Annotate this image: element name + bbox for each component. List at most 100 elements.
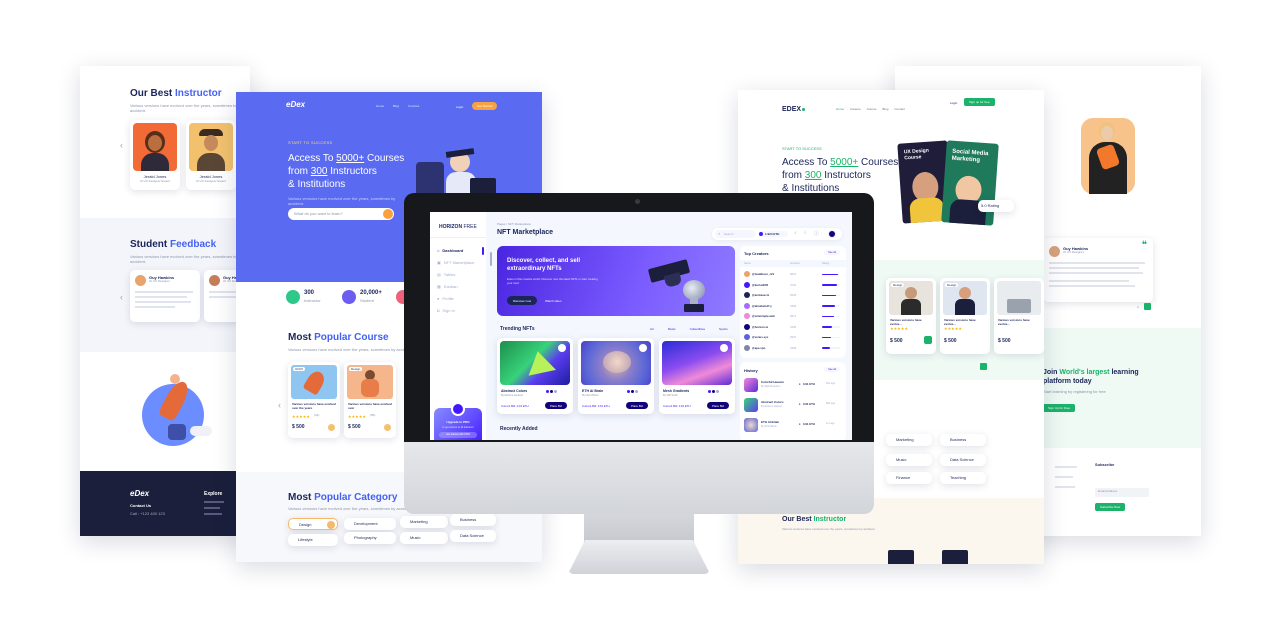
get-started-button[interactable]: Get Started xyxy=(472,102,498,110)
nft-card[interactable]: ETH AI Brain By Nick Wilson Current Bid:… xyxy=(578,338,654,414)
bell-icon[interactable]: ♪ xyxy=(794,230,797,236)
hero-search-input[interactable]: What do you want to learn? xyxy=(288,208,394,220)
creator-row[interactable]: @ape.vpn 2309 xyxy=(740,344,846,353)
nav-courses[interactable]: Courses xyxy=(408,104,419,108)
cart-icon[interactable] xyxy=(924,336,932,344)
category-chip[interactable]: Data Science xyxy=(940,454,986,466)
course-title: Various versions have evolve... xyxy=(998,318,1030,326)
brand-logo[interactable]: HORIZON FREE xyxy=(439,224,477,230)
review-card: Guy Hawkins UI UX Designer ❝ xyxy=(1043,238,1153,302)
nav-sign-in[interactable]: ◘ Sign In xyxy=(437,308,455,313)
nav-blog[interactable]: Blog xyxy=(393,104,399,108)
chevron-left-icon[interactable]: ‹ xyxy=(120,140,123,150)
nav-tables[interactable]: ▤ Tables xyxy=(437,272,455,277)
place-bid-button[interactable]: Place Bid xyxy=(707,402,729,409)
course-card[interactable]: Design Various versions have evolved ove… xyxy=(344,362,396,438)
nav-contact[interactable]: Contact xyxy=(894,107,904,111)
chevron-left-icon[interactable]: ‹ xyxy=(120,292,123,302)
footer-logo[interactable]: eDex xyxy=(130,489,149,498)
nav-marketplace[interactable]: ▣ NFT Marketplace xyxy=(437,260,474,265)
heart-icon[interactable] xyxy=(558,344,566,352)
search-icon[interactable] xyxy=(383,209,393,219)
course-card[interactable]: Various versions have evolve... $ 500 xyxy=(994,278,1044,354)
balance-pill[interactable]: 1.924 ETH xyxy=(758,231,788,237)
category-chip[interactable]: Data Science xyxy=(450,530,496,542)
sign-up-button[interactable]: Sign up for free xyxy=(964,98,995,106)
course-card[interactable]: Design Various versions have evolve... ★… xyxy=(886,278,936,354)
category-chip[interactable]: Lifestyle xyxy=(288,534,338,546)
creator-row[interactable]: @andreea.1z 5204 xyxy=(740,291,846,300)
filter-collectibles[interactable]: Collectibles xyxy=(690,327,705,331)
category-chip[interactable]: Marketing xyxy=(886,434,932,446)
history-row[interactable]: Abstract Colors By Esthera Jackson ♦ 0.91 E… xyxy=(740,398,846,414)
category-chip[interactable]: Development xyxy=(344,518,396,530)
course-card[interactable]: UI/UX Various versions have evolved over… xyxy=(288,362,340,438)
cart-icon[interactable] xyxy=(328,424,335,431)
cart-icon[interactable] xyxy=(384,424,391,431)
user-avatar[interactable] xyxy=(828,230,836,238)
creator-row[interactable]: @venus.sys 2907 xyxy=(740,333,846,342)
nav-home[interactable]: Home xyxy=(836,107,844,111)
heart-icon[interactable] xyxy=(639,344,647,352)
creator-row[interactable]: @maddison_c21 9821 xyxy=(740,270,846,279)
category-chip[interactable]: Photography xyxy=(344,532,396,544)
search-input[interactable]: ⌕ Search xyxy=(715,230,755,238)
nft-card[interactable]: Abstract Colors By Esthera Jackson Curre… xyxy=(497,338,573,414)
chevron-right-button[interactable] xyxy=(980,363,987,370)
category-chip[interactable]: Business xyxy=(940,434,986,446)
heart-icon[interactable] xyxy=(720,344,728,352)
see-all-button[interactable]: See all xyxy=(824,250,840,255)
nav-course[interactable]: Course xyxy=(867,107,877,111)
creator-artworks: 9821 xyxy=(790,272,797,276)
see-all-button[interactable]: See all xyxy=(824,367,840,372)
nav-kanban[interactable]: ▦ Kanban xyxy=(437,284,458,289)
history-item-name: Colorful Heaven xyxy=(761,380,785,384)
sign-up-button[interactable]: Sign Up for Free xyxy=(1043,404,1076,412)
chevron-right-button[interactable] xyxy=(1144,303,1151,310)
filter-sports[interactable]: Sports xyxy=(719,327,728,331)
category-chip[interactable]: Finance xyxy=(886,472,932,484)
subscribe-button[interactable]: Subscribe Now xyxy=(1095,503,1126,511)
filter-music[interactable]: Music xyxy=(668,327,676,331)
login-link[interactable]: Login xyxy=(456,105,463,109)
history-row[interactable]: Colorful Heaven By Mark Benjamin ♦ 0.91 ETH… xyxy=(740,378,846,394)
history-row[interactable]: ETH AI Brain By Nick Wilson ♦ 0.91 ETH 1m ag… xyxy=(740,418,846,434)
email-input[interactable]: Email Address xyxy=(1095,488,1149,497)
category-chip[interactable]: Teaching xyxy=(940,472,986,484)
place-bid-button[interactable]: Place Bid xyxy=(626,402,648,409)
category-chip[interactable]: Music xyxy=(886,454,932,466)
chevron-left-icon[interactable]: ‹ xyxy=(1137,305,1139,311)
creator-artworks: 4309 xyxy=(790,303,797,308)
login-link[interactable]: Login xyxy=(950,101,957,105)
instructor-card[interactable]: Jerald Jones UI UX Designer Expert xyxy=(130,120,180,190)
category-chip[interactable]: Design xyxy=(288,518,338,530)
place-bid-button[interactable]: Place Bid xyxy=(545,402,567,409)
nav-blog[interactable]: Blog xyxy=(882,107,888,111)
category-chip[interactable]: Marketing xyxy=(400,516,448,528)
info-icon[interactable]: ⓘ xyxy=(814,230,819,237)
nft-card[interactable]: Mesh Gradients By Will Smith Current Bid… xyxy=(659,338,735,414)
category-chip[interactable]: Business xyxy=(450,514,496,526)
course-card[interactable]: Design Various versions have evolve... ★… xyxy=(940,278,990,354)
category-chip[interactable]: Music xyxy=(400,532,448,544)
nav-profile[interactable]: ● Profile xyxy=(437,296,454,301)
banner-title: Discover, collect, and sell extraordinar… xyxy=(507,258,581,272)
scrollbar[interactable] xyxy=(490,252,492,266)
site-logo[interactable]: eDex xyxy=(286,100,305,109)
site-logo[interactable]: EDEX xyxy=(782,106,806,113)
creator-row[interactable]: @abraham47.y 4309 xyxy=(740,302,846,311)
watch-video-link[interactable]: Watch video xyxy=(545,299,561,303)
stat-value: 300 xyxy=(304,290,315,296)
instructor-card[interactable]: Jerald Jones UI UX Designer Expert xyxy=(186,120,236,190)
nav-dashboard[interactable]: ⌂ Dashboard xyxy=(437,248,463,253)
discover-button[interactable]: Discover now xyxy=(507,296,537,305)
creator-row[interactable]: @horizon.ui 3152 xyxy=(740,323,846,332)
chevron-left-icon[interactable]: ‹ xyxy=(278,400,281,410)
creator-row[interactable]: @simmmple.web 3871 xyxy=(740,312,846,321)
upgrade-button[interactable]: Get started with PRO xyxy=(439,432,477,438)
creator-row[interactable]: @karl.will02 7032 xyxy=(740,281,846,290)
nav-careers[interactable]: Careers xyxy=(850,107,861,111)
filter-art[interactable]: Art xyxy=(650,327,654,331)
nav-home[interactable]: Home xyxy=(376,104,384,108)
moon-icon[interactable]: ☾ xyxy=(804,230,808,236)
